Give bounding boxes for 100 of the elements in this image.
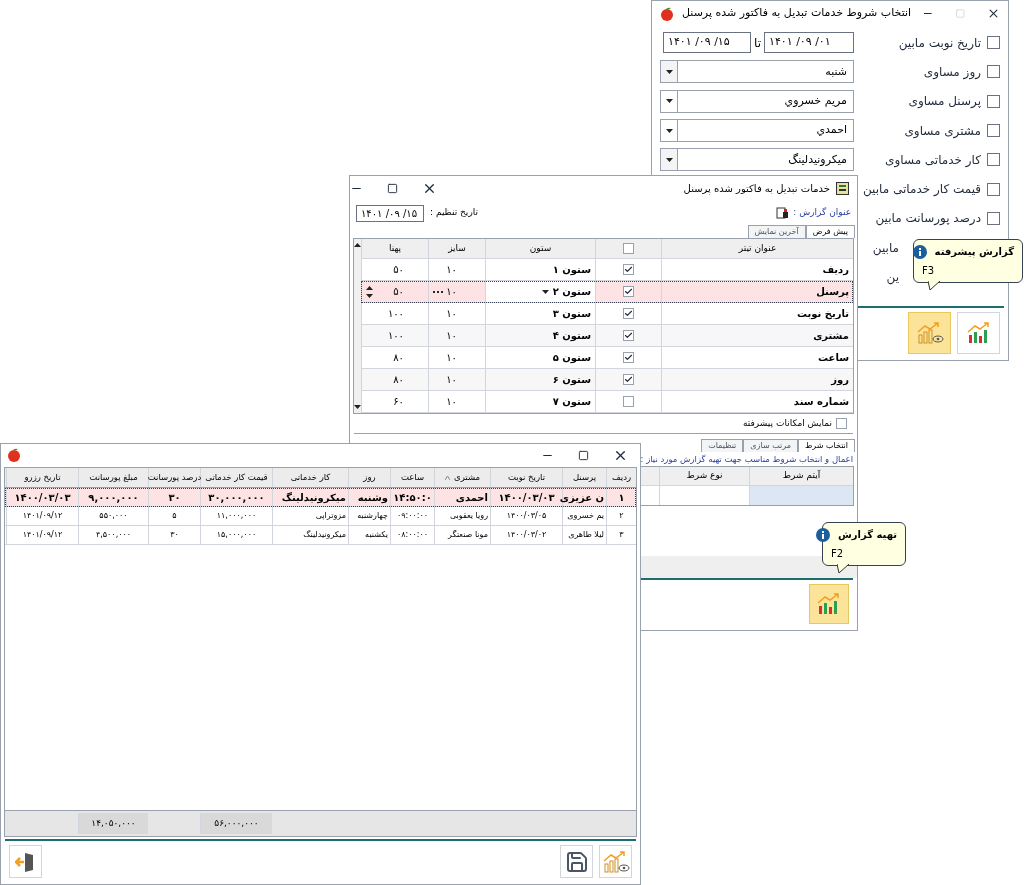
table-cell-text: ۱ — [618, 490, 625, 505]
date-field[interactable]: ۱۴۰۱ /۰۹ /۰۱ — [764, 32, 854, 54]
bar-chart-icon — [965, 321, 992, 345]
table-cell: ۵ — [172, 510, 177, 522]
report-button[interactable] — [957, 312, 1000, 354]
info-icon — [816, 527, 830, 542]
table-cell-text: ۸۰ — [393, 373, 405, 387]
table-cell: ۱۱,۰۰۰,۰۰۰ — [216, 510, 257, 522]
checkbox[interactable] — [987, 153, 1000, 167]
caret-icon — [665, 157, 673, 162]
table-cell: ۴,۵۰۰,۰۰۰ — [95, 529, 132, 541]
checkbox[interactable] — [623, 396, 634, 407]
table-cell-text: ۱۰ — [446, 285, 458, 299]
caret-icon — [541, 289, 549, 294]
table-cell-text: ۱۰۰ — [387, 329, 405, 343]
table-row[interactable]: روز ستون ۶ ۱۰ ۸۰ — [361, 369, 853, 391]
table-cell-text: ۱۰۰ — [387, 307, 405, 321]
window-title: انتخاب شروط خدمات تبدیل به فاکتور شده پرسنل — [682, 5, 912, 22]
report-button[interactable] — [809, 584, 849, 624]
table-cell[interactable] — [749, 486, 853, 505]
table-cell-text: ۸۰ — [393, 351, 405, 365]
table-row[interactable]: مشتری ستون ۴ ۱۰ ۱۰۰ — [361, 325, 853, 347]
table-cell-text: ۵۰ — [393, 263, 405, 277]
tab[interactable]: انتخاب شرط — [797, 439, 855, 452]
table-cell-text: ۹,۰۰۰,۰۰۰ — [88, 490, 139, 505]
table-row[interactable]: ردیف ستون ۱ ۱۰ ۵۰ — [361, 259, 853, 281]
table-cell: ۳ — [619, 529, 624, 541]
checkbox[interactable] — [623, 352, 634, 363]
table-row[interactable]: ۳ لیلا طاهری ۱۴۰۰/۰۳/۰۲ مونا صنعتگر ۰۸:۰۰:۰۰ یکشنبه میکرونیدلینگ ۱۵,۰۰۰,۰۰۰ ۳۰ ۴,۵۰۰,۰۰۰ ۱۴۰۱/۰۹/۱۲ — [5, 526, 636, 545]
checkbox[interactable] — [623, 374, 634, 385]
date-field[interactable]: ۱۴۰۱ /۰۹ /۱۵ — [663, 32, 751, 54]
tab[interactable]: آخرین نمایش — [747, 225, 806, 238]
table-cell-text: میکرونیدلینگ — [281, 490, 346, 505]
checkbox[interactable] — [987, 124, 1000, 138]
column-header: ساعت — [400, 471, 425, 484]
table-row[interactable]: پرسنل ستون ۲ ۱۰ ۵۰ — [361, 281, 853, 303]
table-cell: ۱۴۰۱/۰۹/۱۲ — [22, 510, 63, 522]
tab[interactable]: تنظیمات — [701, 439, 744, 452]
date-label: تاریخ تنظیم : — [430, 206, 478, 220]
dropdown-field[interactable]: میکرونیدلینگ — [660, 148, 854, 172]
spinner-icon[interactable] — [366, 284, 373, 299]
dropdown-field[interactable]: شنبه — [660, 60, 854, 84]
maximize-icon[interactable] — [387, 183, 398, 194]
tab[interactable]: مرتب سازی — [743, 439, 798, 452]
exit-button[interactable] — [9, 845, 42, 878]
condition-label: مابین — [872, 239, 899, 257]
column-header: سایز — [448, 241, 466, 255]
checkbox[interactable] — [987, 94, 1000, 108]
caret-icon — [665, 69, 673, 74]
table-row[interactable]: شماره سند ستون ۷ ۱۰ ۶۰ — [361, 391, 853, 413]
checkbox[interactable] — [836, 418, 847, 429]
column-header: عنوان تیتر — [738, 241, 777, 255]
scrollbar[interactable] — [354, 239, 361, 413]
table-cell: مونا صنعتگر — [448, 529, 488, 541]
column-header: پرسنل — [572, 471, 597, 484]
table-cell-text: ستون ۶ — [551, 373, 592, 387]
checkbox[interactable] — [623, 308, 634, 319]
table-cell-text: ۱۴۰۰/۰۳/۰۳ — [14, 490, 71, 505]
column-header: تاریخ رزرو — [24, 471, 61, 484]
advanced-report-button[interactable] — [599, 845, 632, 878]
caret-icon — [354, 405, 361, 409]
checkbox[interactable] — [623, 264, 634, 275]
fruit-logo-icon — [7, 448, 21, 462]
scroll-up-icon[interactable] — [354, 243, 361, 247]
table-cell-text: مشتری — [813, 329, 849, 343]
table-row[interactable]: ساعت ستون ۵ ۱۰ ۸۰ — [361, 347, 853, 369]
checkbox[interactable] — [623, 286, 634, 297]
table-cell: یکشنبه — [365, 529, 388, 541]
table-cell-text: ستون ۵ — [551, 351, 592, 365]
dropdown-field[interactable]: مریم خسروي — [660, 89, 854, 113]
table-row[interactable]: ۲ یم خسروی ۱۴۰۰/۰۳/۰۵ رویا یعقوبی ۰۹:۰۰:۰۰ چهارشنبه مزوتراپی ۱۱,۰۰۰,۰۰۰ ۵ ۵۵۰,۰۰۰ ۱۴۰۱/۰۹/۱۲ — [5, 507, 636, 526]
table-cell-text: تاریخ نوبت — [796, 307, 849, 321]
checkbox[interactable] — [987, 36, 1000, 50]
maximize-icon[interactable] — [578, 449, 589, 461]
dropdown-field[interactable]: احمدي — [660, 119, 854, 143]
chart-eye-icon — [601, 849, 630, 874]
table-cell-text: شماره سند — [793, 395, 849, 409]
report-title-label: عنوان گزارش : — [793, 206, 851, 220]
checkbox[interactable] — [987, 211, 1000, 225]
table-cell-text: ۱۴:۵۰:۰ — [393, 490, 432, 505]
checkbox[interactable] — [987, 182, 1000, 196]
table-row[interactable]: ۱ ن عزیزی ۱۴۰۰/۰۳/۰۳ احمدی ۱۴:۵۰:۰ وشنبه میکرونیدلینگ ۳۰,۰۰۰,۰۰۰ ۳۰ ۹,۰۰۰,۰۰۰ ۱۴۰۰/۰۳/۰۳ — [5, 488, 636, 507]
checkbox[interactable] — [987, 65, 1000, 79]
column-header: کار خدماتی — [290, 471, 331, 484]
ellipsis-icon[interactable] — [433, 290, 443, 293]
table-cell: یم خسروی — [567, 510, 604, 522]
checkbox[interactable] — [623, 330, 634, 341]
checkbox[interactable] — [623, 243, 634, 254]
table-cell-text: ۱۰ — [446, 307, 458, 321]
table-cell-text: ۱۴۰۰/۰۳/۰۳ — [498, 490, 555, 505]
condition-label: کار خدماتی مساوی — [885, 151, 981, 169]
total-cell-text: ۱۴,۰۵۰,۰۰۰ — [91, 816, 136, 830]
condition-label: درصد پورسانت مابین — [875, 210, 981, 228]
table-cell: رویا یعقوبی — [449, 510, 488, 522]
close-icon[interactable] — [422, 181, 437, 196]
save-button[interactable] — [560, 845, 593, 878]
tab[interactable]: پیش فرض — [805, 225, 855, 238]
date-field[interactable]: ۱۴۰۱ /۰۹ /۱۵ — [356, 204, 424, 222]
table-cell-text: وشنبه — [357, 490, 388, 505]
table-row[interactable]: تاریخ نوبت ستون ۳ ۱۰ ۱۰۰ — [361, 303, 853, 325]
